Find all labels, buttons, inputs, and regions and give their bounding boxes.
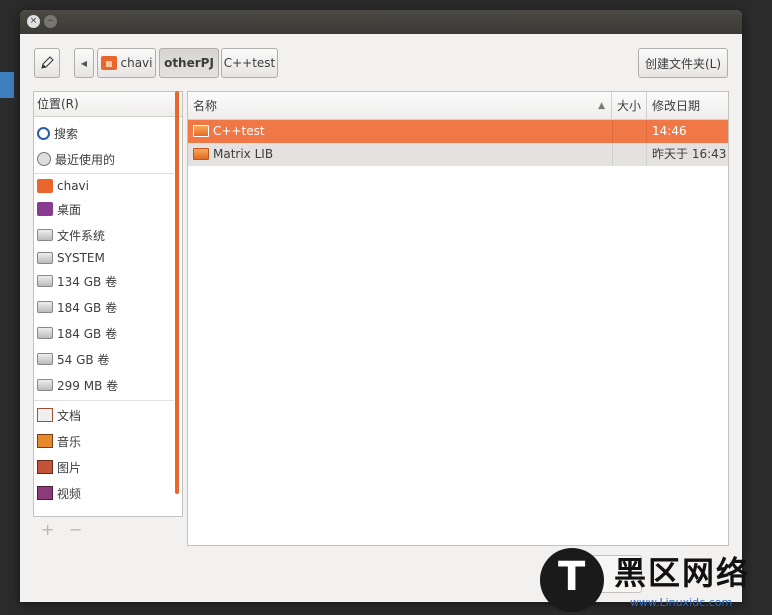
column-label: 修改日期 (652, 99, 701, 113)
breadcrumb-label: otherPJ (164, 56, 214, 70)
close-icon: × (29, 16, 38, 26)
place-item-recent[interactable]: 最近使用的 (34, 148, 177, 170)
close-button[interactable]: × (27, 15, 40, 28)
drive-icon (37, 379, 53, 391)
place-item-search[interactable]: 搜索 (34, 122, 177, 144)
pencil-icon (41, 56, 54, 69)
place-item-volume[interactable]: 184 GB 卷 (34, 296, 177, 318)
column-header-name[interactable]: 名称 ▲ (188, 92, 612, 120)
place-label: 桌面 (57, 202, 82, 217)
place-label: 54 GB 卷 (57, 352, 110, 367)
watermark-url: www.Linuxidc.com (630, 596, 733, 609)
breadcrumb-cpptest[interactable]: C++test (221, 48, 278, 78)
drive-icon (37, 275, 53, 287)
column-header-size[interactable]: 大小 (612, 92, 647, 120)
folder-icon (193, 125, 209, 137)
place-item-music[interactable]: 音乐 (34, 430, 177, 452)
search-icon (37, 126, 50, 140)
home-folder-icon (37, 179, 53, 193)
home-folder-icon (100, 56, 117, 70)
place-item-filesystem[interactable]: 文件系统 (34, 224, 177, 246)
place-label: 图片 (57, 460, 82, 475)
pictures-icon (37, 460, 53, 474)
create-folder-label: 创建文件夹(L) (644, 56, 722, 71)
videos-icon (37, 486, 53, 500)
place-item-volume[interactable]: 184 GB 卷 (34, 322, 177, 344)
drive-icon (37, 353, 53, 365)
drive-icon (37, 301, 53, 313)
place-item-videos[interactable]: 视频 (34, 482, 177, 504)
place-label: 文件系统 (57, 228, 106, 243)
file-name: C++test (213, 124, 265, 138)
file-modified-cell: 昨天于 16:43 (652, 147, 727, 161)
place-item-pictures[interactable]: 图片 (34, 456, 177, 478)
drive-icon (37, 327, 53, 339)
watermark-logo: T (540, 548, 604, 612)
place-item-system[interactable]: SYSTEM (34, 247, 177, 269)
sort-ascending-icon: ▲ (598, 101, 605, 111)
minus-icon: − (69, 520, 83, 539)
breadcrumb-label: chavi (120, 56, 153, 70)
drive-icon (37, 229, 53, 241)
place-label: SYSTEM (57, 251, 105, 265)
place-label: 搜索 (54, 126, 79, 141)
watermark-logo-letter: T (558, 554, 586, 600)
place-label: 音乐 (57, 434, 82, 449)
place-label: 184 GB 卷 (57, 300, 118, 315)
places-sidebar: 位置(R) 搜索 最近使用的 chavi 桌面 文件系统 SYSTEM 134 … (33, 91, 183, 517)
file-name-cell: C++test (188, 120, 612, 143)
places-header: 位置(R) (34, 92, 182, 117)
place-item-documents[interactable]: 文档 (34, 404, 177, 426)
places-scrollbar[interactable] (175, 91, 179, 494)
place-label: 299 MB 卷 (57, 378, 119, 393)
table-row[interactable]: Matrix LIB 昨天于 16:43 (188, 143, 728, 166)
place-label: 134 GB 卷 (57, 274, 118, 289)
file-modified-cell: 14:46 (652, 124, 687, 138)
drive-icon (37, 252, 53, 264)
file-size-cell (612, 120, 647, 143)
minimize-button[interactable]: − (44, 15, 57, 28)
column-label: 名称 (193, 99, 218, 113)
divider (34, 173, 174, 174)
remove-bookmark-button[interactable]: − (69, 520, 82, 539)
path-back-button[interactable]: ◀ (74, 48, 94, 78)
desktop-icon (37, 202, 53, 216)
minimize-icon: − (46, 16, 55, 26)
divider (34, 400, 174, 401)
music-icon (37, 434, 53, 448)
recent-icon (37, 152, 51, 166)
create-folder-button[interactable]: 创建文件夹(L) (638, 48, 728, 78)
file-name: Matrix LIB (213, 147, 274, 161)
title-bar: × − (20, 10, 742, 34)
file-list: 名称 ▲ 大小 修改日期 C++test 14:46 Matrix LIB 昨天… (187, 91, 729, 546)
breadcrumb-label: C++test (223, 56, 276, 70)
plus-icon: + (41, 520, 55, 539)
type-location-button[interactable] (34, 48, 60, 78)
watermark-title: 黑区网络 (614, 554, 751, 592)
left-arrow-icon: ◀ (80, 58, 88, 68)
column-label: 大小 (617, 99, 642, 113)
place-label: 视频 (57, 486, 82, 501)
column-header-modified[interactable]: 修改日期 (647, 92, 728, 120)
breadcrumb-chavi[interactable]: chavi (97, 48, 156, 78)
add-bookmark-button[interactable]: + (41, 520, 54, 539)
documents-icon (37, 408, 53, 422)
place-item-home[interactable]: chavi (34, 175, 177, 197)
file-name-cell: Matrix LIB (188, 143, 612, 166)
site-watermark: T 黑区网络 www.Linuxidc.com (540, 548, 772, 615)
place-label: 184 GB 卷 (57, 326, 118, 341)
file-size-cell (612, 143, 647, 166)
place-item-volume[interactable]: 134 GB 卷 (34, 270, 177, 292)
background-window-strip (0, 72, 14, 98)
place-label: chavi (57, 179, 89, 193)
folder-icon (193, 148, 209, 160)
file-chooser-dialog: × − ◀ chavi otherPJ C++test 创建文件夹(L) 位置(… (20, 10, 742, 602)
place-item-volume[interactable]: 299 MB 卷 (34, 374, 177, 396)
breadcrumb-otherpj[interactable]: otherPJ (159, 48, 219, 78)
place-item-volume[interactable]: 54 GB 卷 (34, 348, 177, 370)
place-label: 最近使用的 (55, 152, 116, 167)
table-row[interactable]: C++test 14:46 (188, 120, 728, 143)
place-item-desktop[interactable]: 桌面 (34, 198, 177, 220)
place-label: 文档 (57, 408, 82, 423)
